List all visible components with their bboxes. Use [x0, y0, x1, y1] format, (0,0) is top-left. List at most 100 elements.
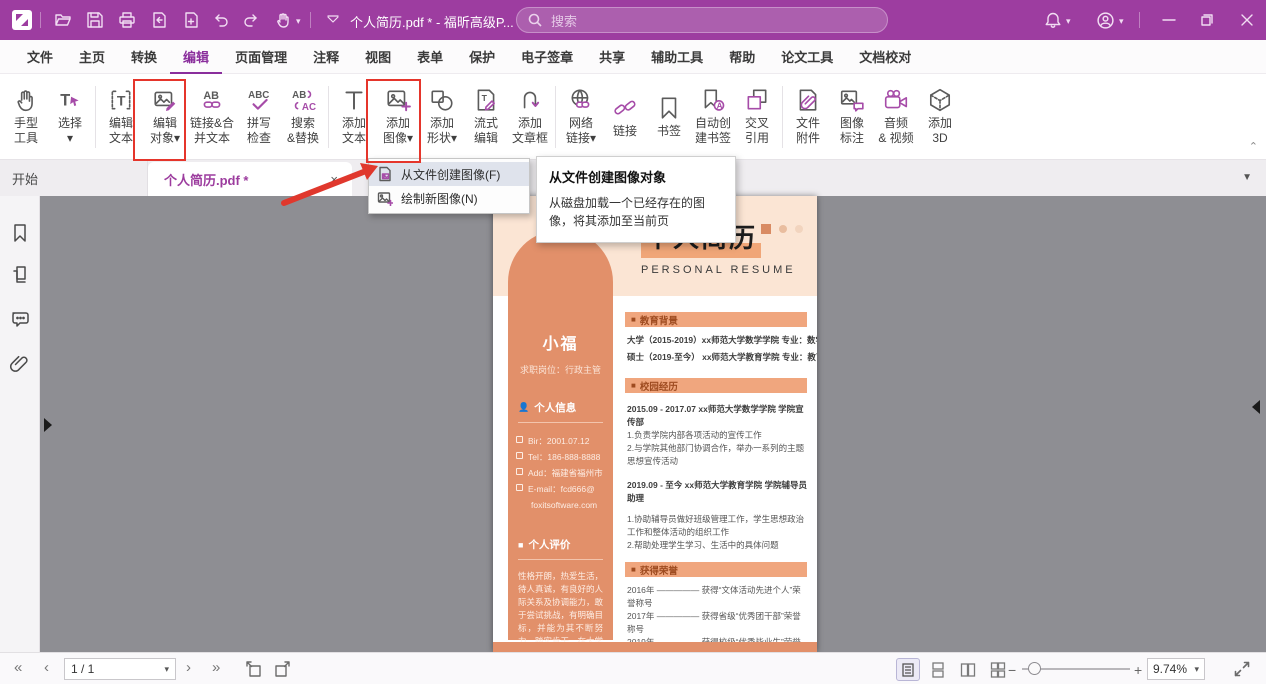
export-page-icon[interactable]: [148, 9, 170, 31]
ribbon-button-label: 交叉 引用: [745, 116, 769, 146]
menu-tab-home[interactable]: 主页: [66, 39, 118, 75]
print-icon[interactable]: [116, 9, 138, 31]
ribbon-button-bookmark[interactable]: 书签: [647, 93, 691, 141]
statusbar: « ‹ 1 / 1 ▾ › » − + 9.74% ▾: [0, 652, 1266, 684]
open-file-icon[interactable]: [52, 9, 74, 31]
section-glyph-icon: ■: [631, 315, 636, 324]
previous-page-button[interactable]: ‹: [44, 659, 49, 676]
ribbon-button-select[interactable]: T 选择 ▾: [48, 85, 92, 148]
tab-start[interactable]: 开始: [0, 160, 148, 196]
ribbon-button-audio-video[interactable]: 音频 & 视频: [874, 85, 918, 148]
quick-access-chevron-icon[interactable]: [322, 9, 344, 31]
search-input[interactable]: 搜索: [516, 7, 888, 33]
view-facing-icon[interactable]: [956, 658, 980, 681]
undo-icon[interactable]: [210, 9, 232, 31]
menu-item-draw-new-image[interactable]: 绘制新图像(N): [369, 186, 529, 210]
resume-subtitle: PERSONAL RESUME: [641, 264, 796, 276]
menu-tab-accessibility[interactable]: 辅助工具: [638, 39, 716, 75]
menu-tab-convert[interactable]: 转换: [118, 39, 170, 75]
left-panel-expand-handle[interactable]: [44, 418, 52, 432]
menu-tab-form[interactable]: 表单: [404, 39, 456, 75]
ribbon-button-add-article-box[interactable]: 添加 文章框: [508, 85, 552, 148]
menu-tab-esign[interactable]: 电子签章: [508, 39, 586, 75]
hand-mode-caret-icon[interactable]: ▾: [296, 16, 301, 27]
education-line: 大学（2015-2019）xx师范大学数学学院 专业：数学教育: [627, 334, 807, 347]
tab-list-caret-icon[interactable]: ▼: [1242, 172, 1252, 183]
fullscreen-fit-icon[interactable]: [1232, 659, 1252, 679]
redo-icon[interactable]: [240, 9, 262, 31]
ribbon-button-auto-bookmark[interactable]: A 自动创 建书签: [691, 85, 735, 148]
edit-text-icon: T: [108, 87, 134, 113]
ribbon-button-add-shape[interactable]: 添加 形状▾: [420, 85, 464, 148]
ribbon-button-flow-edit[interactable]: T 流式 编辑: [464, 85, 508, 148]
account-caret-icon[interactable]: ▾: [1119, 16, 1124, 27]
zoom-in-button[interactable]: +: [1134, 662, 1142, 678]
ribbon-button-link-merge-text[interactable]: AB 链接&合 并文本: [187, 85, 237, 148]
notification-caret-icon[interactable]: ▾: [1066, 16, 1071, 27]
ribbon-button-search-replace[interactable]: ABAC 搜索 &替换: [281, 85, 325, 148]
hand-mode-icon[interactable]: [272, 9, 294, 31]
zoom-slider-handle[interactable]: [1028, 662, 1041, 675]
contact-line: E-mail：fcd666@: [516, 481, 605, 497]
ribbon-button-label: 链接: [613, 124, 637, 139]
attachments-panel-icon[interactable]: [9, 354, 31, 376]
ribbon-button-cross-reference[interactable]: 交叉 引用: [735, 85, 779, 148]
save-icon[interactable]: [84, 9, 106, 31]
menu-tab-file[interactable]: 文件: [14, 39, 66, 75]
notification-bell-icon[interactable]: [1042, 9, 1064, 31]
menu-tab-help[interactable]: 帮助: [716, 39, 768, 75]
close-button[interactable]: [1236, 9, 1258, 31]
ribbon-button-spell-check[interactable]: ABC 拼写 检查: [237, 85, 281, 148]
view-facing-continuous-icon[interactable]: [986, 658, 1010, 681]
menu-item-create-image-from-file[interactable]: 从文件创建图像(F): [369, 162, 529, 186]
ribbon-button-link[interactable]: 链接: [603, 93, 647, 141]
ribbon-button-label: 添加 3D: [928, 116, 952, 146]
ribbon-button-label: 书签: [657, 124, 681, 139]
resume-evaluation-text: 性格开朗，热爱生活，待人真诚，有良好的人际关系及协调能力，敢于尝试挑战，有明确目…: [518, 570, 603, 652]
next-page-button[interactable]: ›: [186, 659, 191, 676]
menu-tab-view[interactable]: 视图: [352, 39, 404, 75]
maximize-button[interactable]: [1196, 9, 1218, 31]
campus-detail: 2.与学院其他部门协调合作，举办一系列的主题思想宣传活动: [627, 442, 807, 468]
rotate-right-icon[interactable]: [272, 659, 292, 679]
ribbon-button-image-annotation[interactable]: 图像 标注: [830, 85, 874, 148]
page-number-selector[interactable]: 1 / 1 ▾: [64, 658, 176, 680]
zoom-level-selector[interactable]: 9.74% ▾: [1147, 658, 1205, 680]
menu-tab-edit[interactable]: 编辑: [170, 39, 222, 75]
ribbon-button-web-link[interactable]: 网络 链接▾: [559, 85, 603, 148]
menu-tab-comment[interactable]: 注释: [300, 39, 352, 75]
honor-line: 2017年 ————— 获得省级“优秀团干部”荣誉称号: [627, 610, 807, 636]
web-link-icon: [568, 87, 594, 113]
menu-tab-paper-tools[interactable]: 论文工具: [768, 39, 846, 75]
resume-info-section-header: 👤个人信息: [518, 400, 603, 415]
ribbon-button-label: 图像 标注: [840, 116, 864, 146]
view-continuous-icon[interactable]: [926, 658, 950, 681]
resume-section-honors-header: ■获得荣誉: [625, 562, 807, 577]
menu-tab-protect[interactable]: 保护: [456, 39, 508, 75]
rotate-left-icon[interactable]: [244, 659, 264, 679]
add-page-icon[interactable]: [180, 9, 202, 31]
tab-start-label: 开始: [12, 169, 38, 188]
view-single-page-icon[interactable]: [896, 658, 920, 681]
zoom-out-button[interactable]: −: [1008, 662, 1016, 678]
pdf-page-resume[interactable]: 个人简历 PERSONAL RESUME 小福 求职岗位：行政主管 👤个人信息 …: [493, 196, 817, 652]
menu-tab-share[interactable]: 共享: [586, 39, 638, 75]
document-canvas[interactable]: 个人简历 PERSONAL RESUME 小福 求职岗位：行政主管 👤个人信息 …: [40, 196, 1266, 652]
ribbon-button-hand-tool[interactable]: 手型 工具: [4, 85, 48, 148]
foxit-logo-icon: [12, 10, 32, 30]
menu-tab-proofread[interactable]: 文档校对: [846, 39, 924, 75]
pages-panel-icon[interactable]: [9, 264, 31, 286]
comments-panel-icon[interactable]: [9, 308, 31, 330]
ribbon-button-file-attachment[interactable]: 文件 附件: [786, 85, 830, 148]
menu-tab-page-management[interactable]: 页面管理: [222, 39, 300, 75]
ribbon-button-add-3d[interactable]: 添加 3D: [918, 85, 962, 148]
ribbon-divider: [782, 86, 783, 148]
ribbon-collapse-chevron-icon[interactable]: ⌃: [1249, 140, 1258, 153]
minimize-button[interactable]: [1158, 9, 1180, 31]
menu-item-label: 绘制新图像(N): [401, 190, 478, 207]
first-page-button[interactable]: «: [14, 659, 22, 676]
bookmarks-panel-icon[interactable]: [9, 222, 31, 244]
right-panel-expand-handle[interactable]: [1252, 400, 1260, 414]
account-icon[interactable]: [1094, 9, 1116, 31]
last-page-button[interactable]: »: [212, 659, 220, 676]
